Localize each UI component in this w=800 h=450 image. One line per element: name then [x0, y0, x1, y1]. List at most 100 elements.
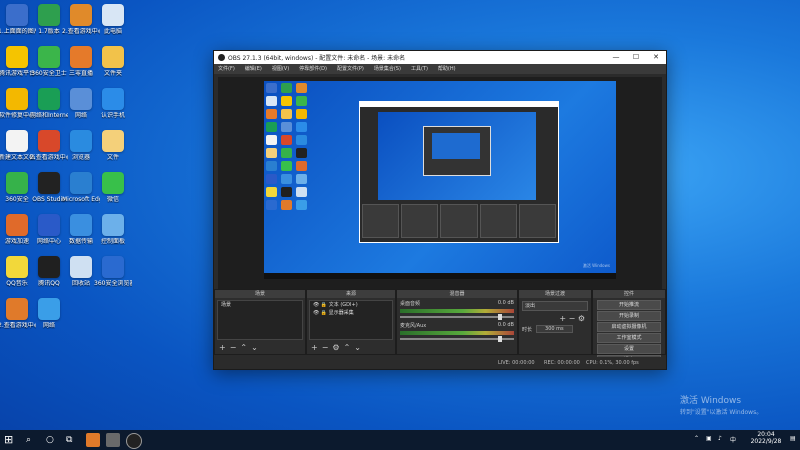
- sources-toolbar: + − ⚙ ⌃ ⌄: [311, 343, 361, 352]
- app-icon: [70, 46, 92, 68]
- preview-app-icon: [296, 200, 307, 210]
- move-up-icon[interactable]: ⌃: [344, 343, 351, 352]
- app-icon: [102, 88, 124, 110]
- volume-slider[interactable]: [400, 314, 514, 320]
- remove-scene-icon[interactable]: −: [230, 343, 237, 352]
- preview-app-icon: [281, 148, 292, 158]
- source-item-display[interactable]: 👁 🔒 显示器采集: [310, 309, 392, 317]
- preview-app-icon: [281, 83, 292, 93]
- notification-icon[interactable]: ▤: [790, 435, 796, 442]
- clock[interactable]: 20:04 2022/9/28: [746, 431, 786, 445]
- studio-mode-button[interactable]: 工作室模式: [597, 333, 661, 343]
- obs-statusbar: LIVE: 00:00:00 REC: 00:00:00 CPU: 0.1%, …: [214, 357, 666, 369]
- volume-slider[interactable]: [400, 336, 514, 342]
- menu-view[interactable]: 视图(V): [272, 64, 289, 74]
- menu-scene-collection[interactable]: 场景集合(S): [374, 64, 401, 74]
- close-button[interactable]: ✕: [646, 51, 666, 64]
- app-icon: [38, 172, 60, 194]
- task-view-icon[interactable]: ⧉: [66, 433, 80, 447]
- scenes-dock: 场景 场景 + − ⌃ ⌄: [214, 289, 306, 355]
- sources-dock: 来源 👁 🔒 文本 (GDI+) 👁 🔒 显示器采集 + − ⚙ ⌃ ⌄: [306, 289, 396, 355]
- add-scene-icon[interactable]: +: [219, 343, 226, 352]
- channel-name: 桌面音频: [400, 301, 421, 307]
- remove-transition-icon[interactable]: −: [569, 314, 576, 323]
- controls-dock: 控件 开始推流 开始录制 启动虚拟摄像机 工作室模式 设置 退出: [592, 289, 666, 365]
- preview-taskbar: [264, 273, 616, 279]
- desktop-icon[interactable]: 认识手机: [94, 88, 132, 119]
- status-rec: REC: 00:00:00: [544, 360, 580, 366]
- minimize-button[interactable]: —: [606, 51, 626, 64]
- app-icon: [102, 172, 124, 194]
- watermark-subtitle: 转到"设置"以激活 Windows。: [680, 409, 763, 416]
- status-cpu: CPU: 0.1%, 30.00 fps: [586, 360, 639, 366]
- preview-app-icon: [296, 83, 307, 93]
- app-icon: [102, 256, 124, 278]
- desktop-icon[interactable]: 文件夹: [94, 46, 132, 77]
- app-icon: [70, 130, 92, 152]
- preview-app-icon: [266, 83, 277, 93]
- desktop-icon[interactable]: 360安全浏览器: [94, 256, 132, 287]
- start-streaming-button[interactable]: 开始推流: [597, 300, 661, 310]
- move-down-icon[interactable]: ⌄: [354, 343, 361, 352]
- search-icon[interactable]: ⌕: [26, 433, 40, 447]
- network-icon[interactable]: ▣: [706, 435, 712, 442]
- obs-titlebar[interactable]: OBS 27.1.3 (64bit, windows) - 配置文件: 未命名 …: [214, 51, 666, 64]
- desktop-icon[interactable]: 控制面板: [94, 214, 132, 245]
- add-source-icon[interactable]: +: [311, 343, 318, 352]
- menu-tools[interactable]: 工具(T): [411, 64, 428, 74]
- sources-list[interactable]: 👁 🔒 文本 (GDI+) 👁 🔒 显示器采集: [309, 300, 393, 340]
- menu-help[interactable]: 帮助(H): [438, 64, 456, 74]
- desktop-icon-label: 文件: [106, 154, 119, 161]
- menu-edit[interactable]: 编辑(E): [245, 64, 262, 74]
- mixer-channel-desktop: 桌面音频 0.0 dB: [397, 298, 517, 320]
- gear-icon[interactable]: ⚙: [332, 343, 339, 352]
- menu-profile[interactable]: 配置文件(P): [337, 64, 364, 74]
- transition-select[interactable]: 淡出: [522, 301, 588, 311]
- app-icon[interactable]: [106, 433, 120, 447]
- desktop-icon[interactable]: 网络: [30, 298, 68, 329]
- move-down-icon[interactable]: ⌄: [251, 343, 258, 352]
- obs-window[interactable]: OBS 27.1.3 (64bit, windows) - 配置文件: 未命名 …: [213, 50, 667, 370]
- preview-app-icon: [266, 96, 277, 106]
- volume-icon[interactable]: ♪: [718, 435, 722, 442]
- preview-app-icon: [281, 200, 292, 210]
- move-up-icon[interactable]: ⌃: [240, 343, 247, 352]
- start-recording-button[interactable]: 开始录制: [597, 311, 661, 321]
- desktop-icon-label: 控制面板: [100, 238, 125, 245]
- gear-icon[interactable]: ⚙: [578, 314, 585, 323]
- desktop-icon[interactable]: 文件: [94, 130, 132, 161]
- maximize-button[interactable]: ☐: [626, 51, 646, 64]
- duration-field[interactable]: 300 ms: [536, 325, 573, 333]
- obs-taskbar-icon[interactable]: [126, 433, 142, 449]
- remove-source-icon[interactable]: −: [322, 343, 329, 352]
- preview-app-icon: [281, 109, 292, 119]
- source-item-text[interactable]: 👁 🔒 文本 (GDI+): [310, 301, 392, 309]
- desktop-icon-label: 认识手机: [100, 112, 125, 119]
- preview-app-icon: [266, 161, 277, 171]
- desktop-icon-label: 此电脑: [103, 28, 122, 35]
- app-icon: [6, 88, 28, 110]
- app-icon: [102, 4, 124, 26]
- menu-file[interactable]: 文件(F): [218, 64, 235, 74]
- scenes-list[interactable]: 场景: [217, 300, 303, 340]
- preview-app-icon: [296, 161, 307, 171]
- menu-docks[interactable]: 停靠部件(D): [299, 64, 327, 74]
- obs-logo-icon: [218, 54, 225, 61]
- scenes-toolbar: + − ⌃ ⌄: [219, 343, 258, 352]
- add-transition-icon[interactable]: +: [559, 314, 566, 323]
- start-button[interactable]: ⊞: [4, 433, 18, 447]
- settings-button[interactable]: 设置: [597, 344, 661, 354]
- transitions-dock: 场景过渡 淡出 + − ⚙ 时长 300 ms: [518, 289, 592, 355]
- desktop-icon[interactable]: 微信: [94, 172, 132, 203]
- channel-db: 0.0 dB: [497, 322, 514, 328]
- desktop-icon[interactable]: 此电脑: [94, 4, 132, 35]
- cortana-icon[interactable]: ○: [46, 433, 60, 447]
- scene-item[interactable]: 场景: [218, 301, 302, 309]
- transitions-dock-title: 场景过渡: [519, 290, 591, 298]
- app-icon: [102, 46, 124, 68]
- tray-chevron-icon[interactable]: ⌃: [694, 435, 699, 442]
- virtual-camera-button[interactable]: 启动虚拟摄像机: [597, 322, 661, 332]
- game-center-icon[interactable]: [86, 433, 100, 447]
- ime-indicator[interactable]: 中: [730, 435, 736, 444]
- preview-app-icon: [296, 148, 307, 158]
